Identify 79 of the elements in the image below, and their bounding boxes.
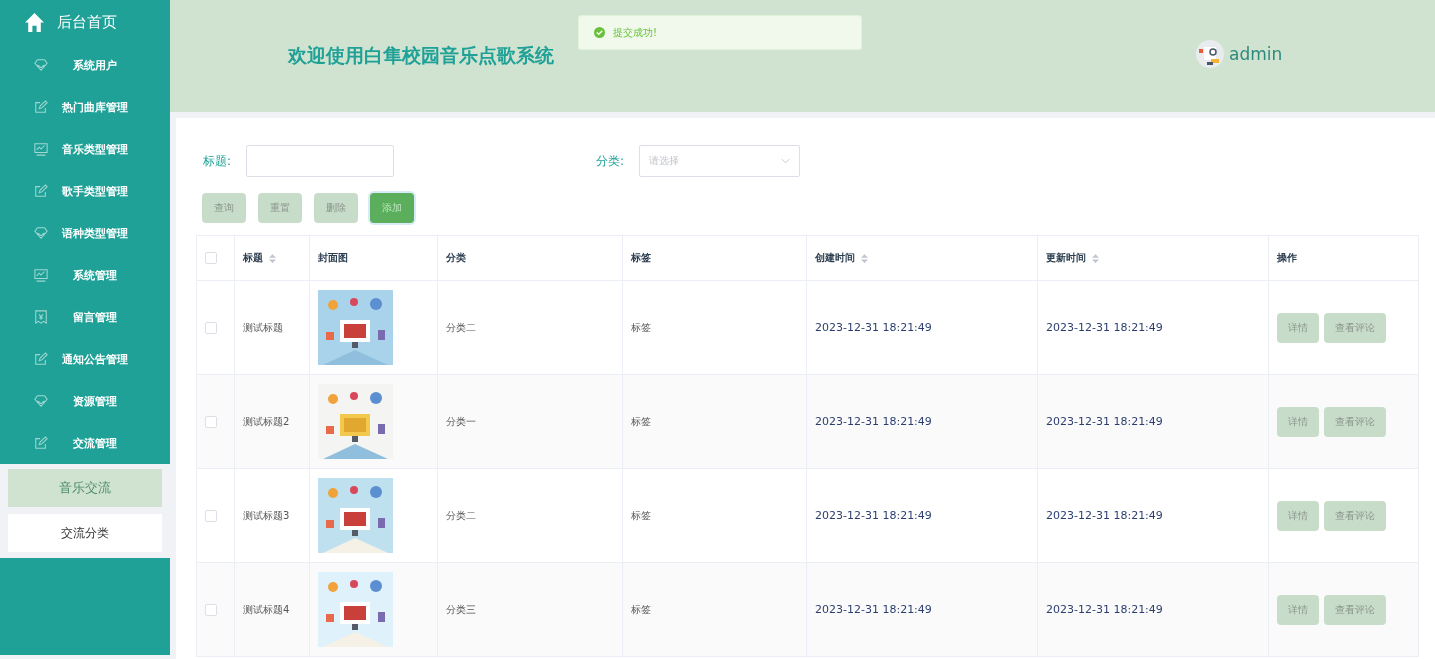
table-cell: 标签 [631,509,651,521]
edit-icon [34,184,48,198]
table-cell: 2023-12-31 18:21:49 [1046,321,1163,334]
view-comments-button[interactable]: 查看评论 [1324,500,1386,531]
table-cell: 测试标题 [243,321,283,333]
menu-item[interactable]: 热门曲库管理 [50,99,140,115]
username[interactable]: admin [1229,44,1283,64]
row-checkbox[interactable] [205,509,217,522]
table-cell: 2023-12-31 18:21:49 [1046,415,1163,428]
menu-item[interactable]: 留言管理 [50,309,140,325]
table-cell: 测试标题4 [243,603,290,615]
table-cell: 标签 [631,603,651,615]
row-checkbox[interactable] [205,603,217,616]
submenu-item[interactable]: 交流分类 [8,514,162,552]
details-button[interactable]: 详情 [1277,406,1319,437]
details-button[interactable]: 详情 [1277,312,1319,343]
diamond-icon [34,58,48,72]
table-cell: 测试标题3 [243,509,290,521]
table-cell: 2023-12-31 18:21:49 [815,603,932,616]
table-cell: 2023-12-31 18:21:49 [1046,509,1163,522]
toast-message: 提交成功! [613,25,657,40]
title-input[interactable] [246,145,395,177]
edit-icon [34,100,48,114]
table-cell: 分类二 [446,321,476,333]
menu-item[interactable]: 歌手类型管理 [50,183,140,199]
delete-button[interactable]: 删除 [314,193,358,223]
menu-item[interactable]: 音乐类型管理 [50,141,140,157]
add-button[interactable]: 添加 [370,193,414,223]
menu-item[interactable]: 交流管理 [50,435,140,451]
table-cell: 标签 [631,321,651,333]
table-cell: 2023-12-31 18:21:49 [815,509,932,522]
column-header: 创建时间 [815,251,855,265]
column-header: 操作 [1277,251,1297,265]
row-checkbox[interactable] [205,415,217,428]
avatar-icon [1196,40,1224,68]
table-cell: 标签 [631,415,651,427]
chart-icon [34,268,48,282]
view-comments-button[interactable]: 查看评论 [1324,312,1386,343]
chevron-down-icon [781,158,791,164]
home-icon [24,11,45,33]
row-checkbox[interactable] [205,321,217,334]
table-cell: 分类一 [446,415,476,427]
table-cell: 分类三 [446,603,476,615]
menu-item[interactable]: 资源管理 [50,393,140,409]
menu-item[interactable]: 系统管理 [50,267,140,283]
chart-icon [34,142,48,156]
column-header: 封面图 [318,251,348,265]
view-comments-button[interactable]: 查看评论 [1324,406,1386,437]
receipt-icon [34,310,48,324]
table-cell: 2023-12-31 18:21:49 [815,321,932,334]
column-header: 标签 [631,251,651,265]
table-cell: 测试标题2 [243,415,290,427]
check-circle-icon [594,27,605,38]
menu-item[interactable]: 后台首页 [57,12,117,32]
column-header: 标题 [243,251,263,265]
diamond-icon [34,394,48,408]
menu-item[interactable]: 通知公告管理 [50,351,140,367]
table-cell: 分类二 [446,509,476,521]
sort-icon[interactable] [1092,253,1099,263]
details-button[interactable]: 详情 [1277,594,1319,625]
sort-icon[interactable] [269,253,276,263]
edit-icon [34,436,48,450]
submenu-item[interactable]: 音乐交流 [8,469,162,507]
menu-item[interactable]: 系统用户 [50,57,140,73]
column-header: 分类 [446,251,466,265]
menu-item[interactable]: 语种类型管理 [50,225,140,241]
details-button[interactable]: 详情 [1277,500,1319,531]
query-button[interactable]: 查询 [202,193,246,223]
table-cell: 2023-12-31 18:21:49 [1046,603,1163,616]
select-all-checkbox[interactable] [205,252,217,264]
table-cell: 2023-12-31 18:21:49 [815,415,932,428]
field-label: 标题: [203,152,232,170]
diamond-icon [34,226,48,240]
view-comments-button[interactable]: 查看评论 [1324,594,1386,625]
sort-icon[interactable] [861,253,868,263]
edit-icon [34,352,48,366]
field-label: 分类: [596,152,625,170]
column-header: 更新时间 [1046,251,1086,265]
page-title: 欢迎使用白隼校园音乐点歌系统 [288,43,554,68]
